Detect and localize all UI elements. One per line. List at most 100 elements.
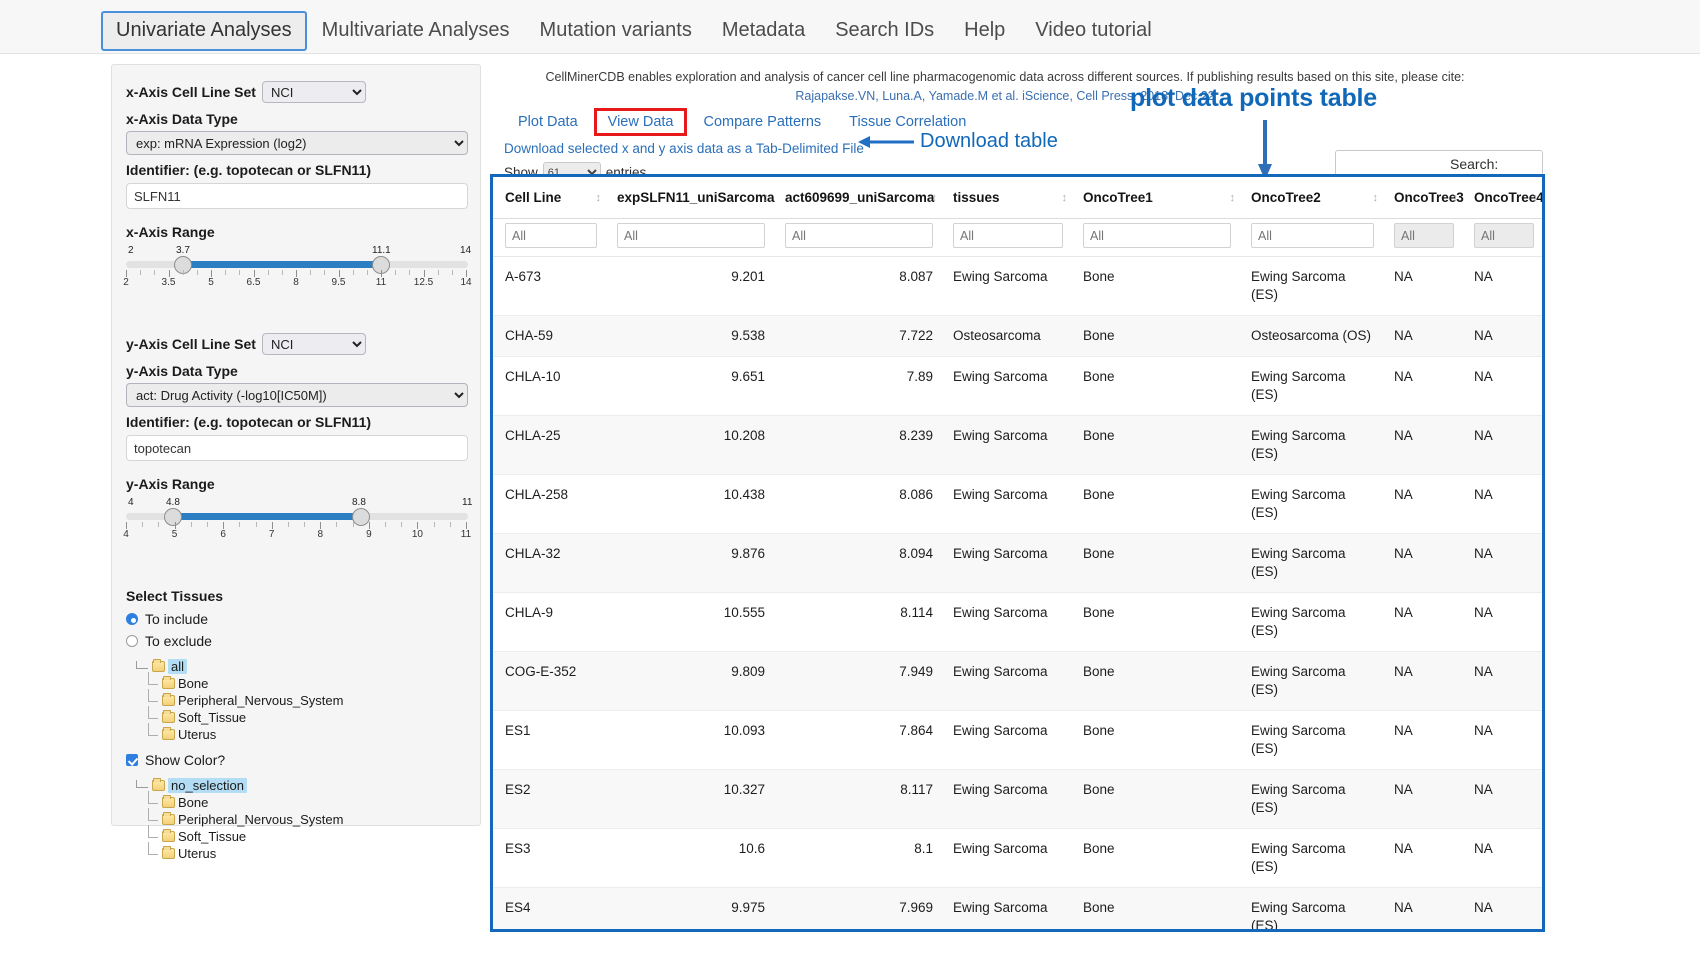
column-header-oncotree1[interactable]: OncoTree1↕ [1071,177,1239,219]
radio-to-exclude-icon[interactable] [126,635,138,647]
table-row[interactable]: ES49.9757.969Ewing SarcomaBoneEwing Sarc… [493,888,1542,933]
show-color-checkbox-row[interactable]: Show Color? [126,752,468,768]
column-header-cell-line[interactable]: Cell Line ↕ [493,177,605,219]
x-axis-identifier-input[interactable] [126,183,468,209]
nav-tab-search-ids[interactable]: Search IDs [820,11,949,51]
nav-tab-help[interactable]: Help [949,11,1020,51]
column-filter-input-oncotree3[interactable] [1394,223,1454,248]
column-filter-input-expslfn11-unisarcoma[interactable] [617,223,765,248]
table-cell-oncotree1: Bone [1071,257,1239,316]
nav-tab-mutation-variants[interactable]: Mutation variants [525,11,707,51]
slider-tick-label: 5 [208,277,214,288]
table-row[interactable]: COG-E-3529.8097.949Ewing SarcomaBoneEwin… [493,652,1542,711]
sort-toggle-icon[interactable]: ↕ [1230,192,1234,204]
table-row[interactable]: ES310.68.1Ewing SarcomaBoneEwing Sarcoma… [493,829,1542,888]
table-cell-oncotree3: NA [1382,316,1462,357]
column-header-tissues[interactable]: tissues↕ [941,177,1071,219]
column-header-oncotree2[interactable]: OncoTree2↕ [1239,177,1382,219]
tree-item-bone[interactable]: Bone [126,795,468,810]
sort-toggle-icon[interactable]: ↕ [596,192,600,204]
table-cell-cell-line: CHLA-25 [493,416,605,475]
y-axis-data-type-select[interactable]: act: Drug Activity (-log10[IC50M]) [126,383,468,407]
x-range-max-cap: 14 [458,245,473,256]
table-cell-oncotree4: NA [1462,534,1542,593]
tree-item-uterus[interactable]: Uterus [126,727,468,742]
nav-tab-video-tutorial[interactable]: Video tutorial [1020,11,1166,51]
table-cell-tissues: Osteosarcoma [941,316,1071,357]
table-cell-oncotree4: NA [1462,316,1542,357]
column-header-act609699-unisarcoma[interactable]: act609699_uniSarcoma↕ [773,177,941,219]
y-axis-range-slider[interactable]: 4 4.8 8.8 11 4567891011 [126,497,468,543]
tree-item-bone[interactable]: Bone [126,676,468,691]
table-row[interactable]: A-6739.2018.087Ewing SarcomaBoneEwing Sa… [493,257,1542,316]
table-row[interactable]: ES110.0937.864Ewing SarcomaBoneEwing Sar… [493,711,1542,770]
tree-item-peripheral_nervous_system[interactable]: Peripheral_Nervous_System [126,693,468,708]
column-header-label: Cell Line [505,190,561,205]
sort-toggle-icon[interactable]: ↕ [1453,192,1457,204]
y-axis-identifier-input[interactable] [126,435,468,461]
sort-toggle-icon[interactable]: ↕ [1373,192,1377,204]
table-row[interactable]: CHLA-910.5558.114Ewing SarcomaBoneEwing … [493,593,1542,652]
tree-branch-line [148,825,158,838]
download-tab-delimited-link[interactable]: Download selected x and y axis data as a… [504,141,864,156]
subtab-plot-data[interactable]: Plot Data [504,110,592,134]
column-filter-input-oncotree4[interactable] [1474,223,1534,248]
radio-to-include-icon[interactable] [126,613,138,625]
tree-item-peripheral_nervous_system[interactable]: Peripheral_Nervous_System [126,812,468,827]
table-cell-oncotree1: Bone [1071,316,1239,357]
x-axis-cell-line-set-select[interactable]: NCI [262,81,366,103]
column-filter-input-oncotree1[interactable] [1083,223,1231,248]
y-range-min-cap: 4 [126,497,136,508]
slider-tick-label: 8 [293,277,299,288]
sort-toggle-icon[interactable]: ↕ [1062,192,1066,204]
table-cell-expslfn11-unisarcoma: 9.651 [605,357,773,416]
sort-toggle-icon[interactable]: ↕ [932,192,936,204]
slider-tick-label: 5 [172,529,178,540]
table-row[interactable]: CHA-599.5387.722OsteosarcomaBoneOsteosar… [493,316,1542,357]
nav-tab-univariate-analyses[interactable]: Univariate Analyses [101,11,307,51]
folder-icon [152,780,165,791]
nav-tab-multivariate-analyses[interactable]: Multivariate Analyses [307,11,525,51]
column-header-oncotree3[interactable]: OncoTree3↕ [1382,177,1462,219]
table-row[interactable]: CHLA-109.6517.89Ewing SarcomaBoneEwing S… [493,357,1542,416]
x-axis-data-type-select[interactable]: exp: mRNA Expression (log2) [126,131,468,155]
tree-item-uterus[interactable]: Uterus [126,846,468,861]
folder-icon [162,712,175,723]
tree-branch-line [148,808,158,821]
subtab-view-data[interactable]: View Data [594,108,688,136]
sort-toggle-icon[interactable]: ↕ [764,192,768,204]
tissue-tree-root-row[interactable]: all [126,659,468,674]
tree-item-soft_tissue[interactable]: Soft_Tissue [126,829,468,844]
column-filter-input-act609699-unisarcoma[interactable] [785,223,933,248]
table-cell-act609699-unisarcoma: 8.087 [773,257,941,316]
tissues-include-radio-row[interactable]: To include [126,611,468,627]
table-search-input[interactable] [1335,150,1543,177]
table-row[interactable]: CHLA-25810.4388.086Ewing SarcomaBoneEwin… [493,475,1542,534]
table-row[interactable]: CHLA-329.8768.094Ewing SarcomaBoneEwing … [493,534,1542,593]
sort-toggle-icon[interactable]: ↕ [1533,192,1537,204]
tree-branch-line [148,706,158,719]
tree-item-soft_tissue[interactable]: Soft_Tissue [126,710,468,725]
column-filter-input-oncotree2[interactable] [1251,223,1374,248]
table-cell-oncotree4: NA [1462,888,1542,933]
tissues-exclude-radio-row[interactable]: To exclude [126,633,468,649]
y-axis-cell-line-set-select[interactable]: NCI [262,333,366,355]
column-header-oncotree4[interactable]: OncoTree4↕ [1462,177,1542,219]
tree-expander-icon[interactable] [136,780,148,788]
folder-icon [162,797,175,808]
x-axis-range-slider[interactable]: 2 3.7 11.1 14 23.556.589.51112.514 [126,245,468,291]
subtab-compare-patterns[interactable]: Compare Patterns [689,110,835,134]
tree-expander-icon[interactable] [136,661,148,669]
table-cell-oncotree4: NA [1462,593,1542,652]
show-color-checkbox-icon[interactable] [126,754,138,766]
column-filter-input-tissues[interactable] [953,223,1063,248]
color-tree-root-row[interactable]: no_selection [126,778,468,793]
table-cell-oncotree4: NA [1462,416,1542,475]
table-cell-tissues: Ewing Sarcoma [941,593,1071,652]
x-range-fill [184,261,382,268]
nav-tab-metadata[interactable]: Metadata [707,11,820,51]
column-filter-input-cell-line[interactable] [505,223,597,248]
table-row[interactable]: ES210.3278.117Ewing SarcomaBoneEwing Sar… [493,770,1542,829]
table-row[interactable]: CHLA-2510.2088.239Ewing SarcomaBoneEwing… [493,416,1542,475]
column-header-expslfn11-unisarcoma[interactable]: expSLFN11_uniSarcoma↕ [605,177,773,219]
